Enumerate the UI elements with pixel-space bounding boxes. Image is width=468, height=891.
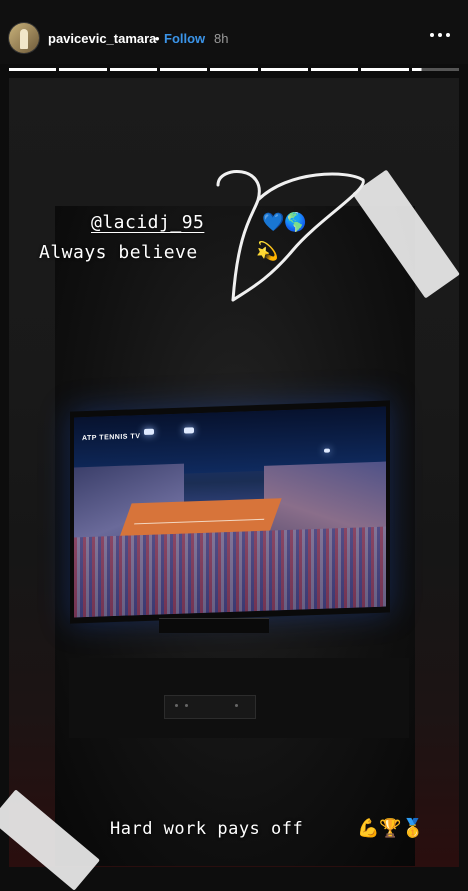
story-header: pavicevic_tamara • Follow 8h [0, 0, 468, 64]
tv-stand [159, 618, 269, 633]
story-tagline: Always believe [39, 242, 198, 263]
heart-globe-emoji: 💙🌎 [262, 212, 307, 233]
progress-segment [310, 68, 359, 71]
progress-segment-active [411, 68, 459, 71]
progress-segment [59, 68, 107, 71]
mention-tag[interactable]: @lacidj_95 [91, 212, 204, 233]
story-caption: Hard work pays off [110, 819, 304, 839]
trophy-emojis: 💪🏆🥇 [357, 818, 425, 839]
avatar[interactable] [9, 23, 39, 53]
dizzy-emoji: 💫 [256, 241, 279, 262]
progress-segment [9, 68, 57, 71]
television: ATP TENNIS TV [70, 400, 390, 624]
progress-segment [210, 68, 258, 71]
progress-segment [260, 68, 308, 71]
progress-segment [361, 68, 409, 71]
av-receiver [164, 695, 256, 719]
tv-screen: ATP TENNIS TV [74, 406, 386, 618]
more-horizontal-icon[interactable] [428, 24, 452, 44]
separator-dot: • [155, 31, 160, 46]
story-progress-bar [9, 68, 459, 71]
crowd [74, 526, 386, 618]
progress-segment [109, 68, 157, 71]
follow-button[interactable]: Follow [164, 31, 205, 46]
post-age: 8h [214, 31, 229, 46]
username-link[interactable]: pavicevic_tamara [48, 31, 156, 46]
progress-segment [159, 68, 208, 71]
